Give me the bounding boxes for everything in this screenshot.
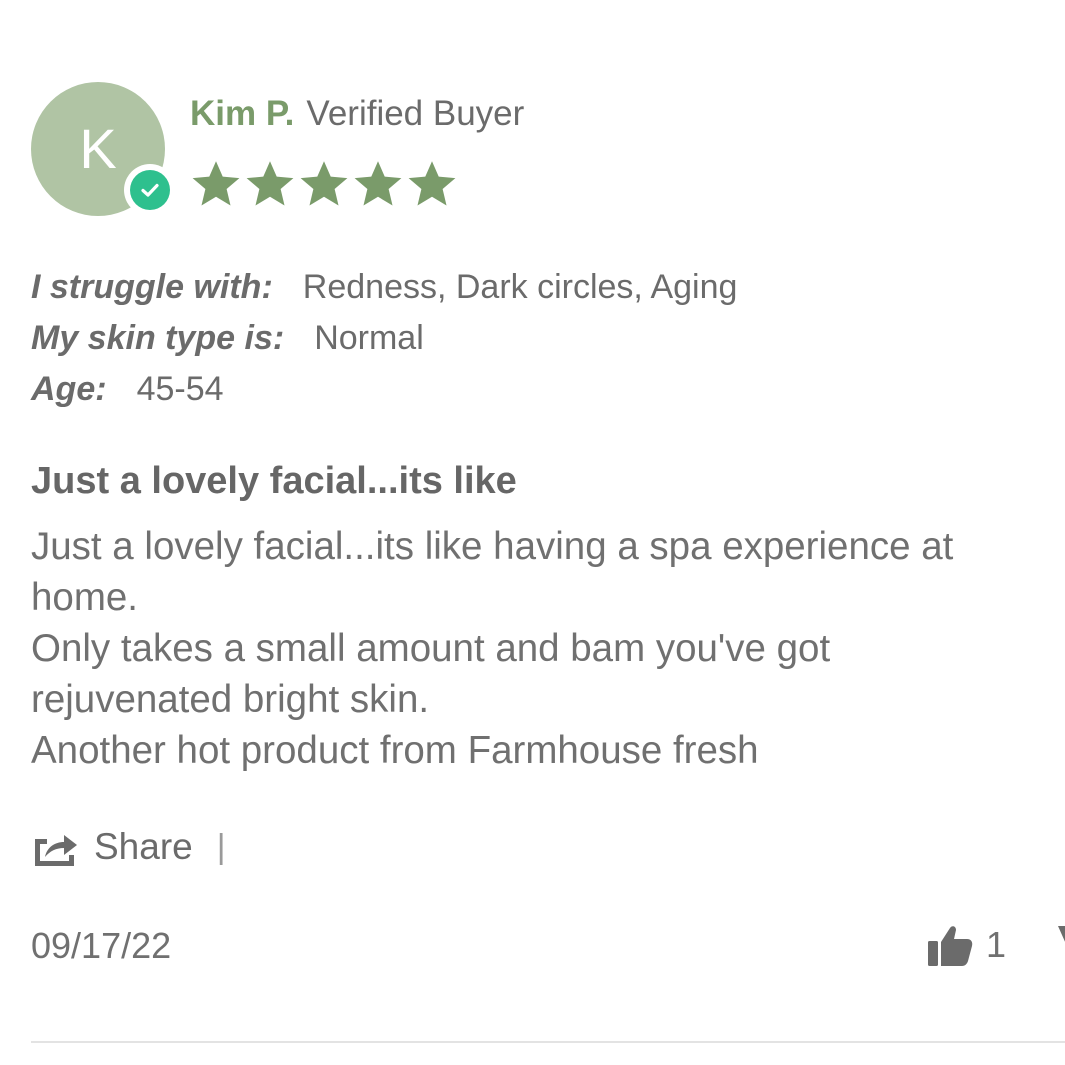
share-icon: [35, 835, 77, 866]
review-date: 09/17/22: [31, 925, 172, 966]
reviewer-attributes: I struggle with: Redness, Dark circles, …: [31, 262, 737, 415]
action-separator: |: [216, 827, 226, 866]
review-body-line: home.: [31, 576, 139, 619]
check-circle-icon: [130, 170, 170, 210]
verified-badge: [124, 164, 176, 216]
thumbs-down-icon: [1058, 926, 1065, 942]
review-title: Just a lovely facial...its like: [31, 460, 517, 502]
thumbs-up-icon: [928, 926, 973, 966]
share-button[interactable]: Share |: [31, 826, 226, 868]
review-body: Just a lovely facial...its like having a…: [31, 521, 1065, 776]
review-body-line: Another hot product from Farmhouse fresh: [31, 729, 759, 772]
star-icon: [354, 161, 402, 206]
thumbs-up-button[interactable]: 1: [926, 922, 1006, 968]
attribute-label: Age:: [31, 370, 107, 408]
star-icon: [300, 161, 348, 206]
star-rating: [190, 158, 458, 210]
attribute-value: Normal: [314, 319, 424, 357]
star-icon: [192, 161, 240, 206]
attribute-value: 45-54: [136, 370, 224, 408]
share-label: Share: [94, 826, 193, 867]
attribute-value: Redness, Dark circles, Aging: [302, 268, 738, 306]
verified-buyer-label: Verified Buyer: [306, 94, 525, 133]
review-body-line: Just a lovely facial...its like having a…: [31, 525, 954, 568]
thumbs-up-count: 1: [986, 924, 1007, 965]
star-icon: [246, 161, 294, 206]
attribute-row-skin-type: My skin type is: Normal: [31, 313, 737, 364]
review-divider: [31, 1041, 1065, 1043]
attribute-label: My skin type is:: [31, 319, 285, 357]
reviewer-name: Kim P.: [190, 94, 295, 133]
review-body-line: rejuvenated bright skin.: [31, 678, 430, 721]
attribute-label: I struggle with:: [31, 268, 273, 306]
review-body-line: Only takes a small amount and bam you've…: [31, 627, 831, 670]
attribute-row-age: Age: 45-54: [31, 364, 737, 415]
attribute-row-concerns: I struggle with: Redness, Dark circles, …: [31, 262, 737, 313]
star-icon: [408, 161, 456, 206]
thumbs-down-button[interactable]: [1054, 922, 1065, 968]
reviewer-info: Kim P. Verified Buyer: [190, 92, 524, 136]
